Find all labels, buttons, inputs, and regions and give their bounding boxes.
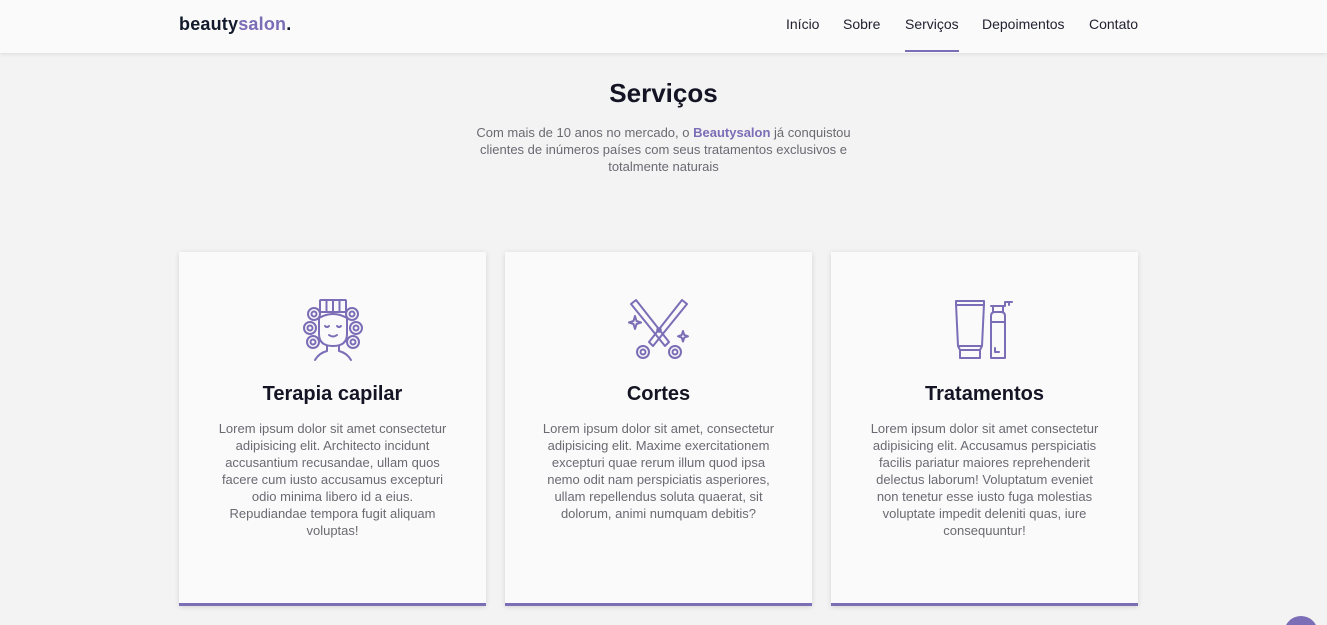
service-card-cortes: Cortes Lorem ipsum dolor sit amet, conse…: [505, 252, 812, 606]
nav-link-sobre[interactable]: Sobre: [843, 16, 880, 32]
main-nav: Início Sobre Serviços Depoimentos Contat…: [0, 16, 1327, 53]
service-card-terapia-capilar: Terapia capilar Lorem ipsum dolor sit am…: [179, 252, 486, 606]
cosmetic-bottles-icon: [953, 298, 1017, 362]
intro-text-before: Com mais de 10 anos no mercado, o: [476, 125, 694, 140]
site-header: beautysalon. Início Sobre Serviços Depoi…: [0, 0, 1327, 53]
scissors-icon: [627, 298, 691, 362]
card-title: Cortes: [626, 383, 691, 405]
nav-link-depoimentos[interactable]: Depoimentos: [982, 16, 1065, 32]
card-text: Lorem ipsum dolor sit amet consectetur a…: [218, 421, 447, 538]
card-title: Terapia capilar: [262, 383, 403, 405]
card-text: Lorem ipsum dolor sit amet, consectetur …: [542, 421, 775, 521]
hair-rollers-icon: [301, 298, 365, 362]
card-title: Tratamentos: [925, 383, 1044, 405]
nav-link-contato[interactable]: Contato: [1089, 16, 1138, 32]
section-intro: Com mais de 10 anos no mercado, o Beauty…: [463, 124, 864, 175]
card-text: Lorem ipsum dolor sit amet consectetur a…: [870, 421, 1099, 538]
nav-link-servicos[interactable]: Serviços: [905, 16, 959, 52]
service-card-tratamentos: Tratamentos Lorem ipsum dolor sit amet c…: [831, 252, 1138, 606]
scroll-to-top-button[interactable]: [1284, 616, 1318, 625]
section-title: Serviços: [609, 78, 718, 108]
intro-brand: Beautysalon: [693, 125, 771, 140]
nav-link-inicio[interactable]: Início: [786, 16, 819, 32]
